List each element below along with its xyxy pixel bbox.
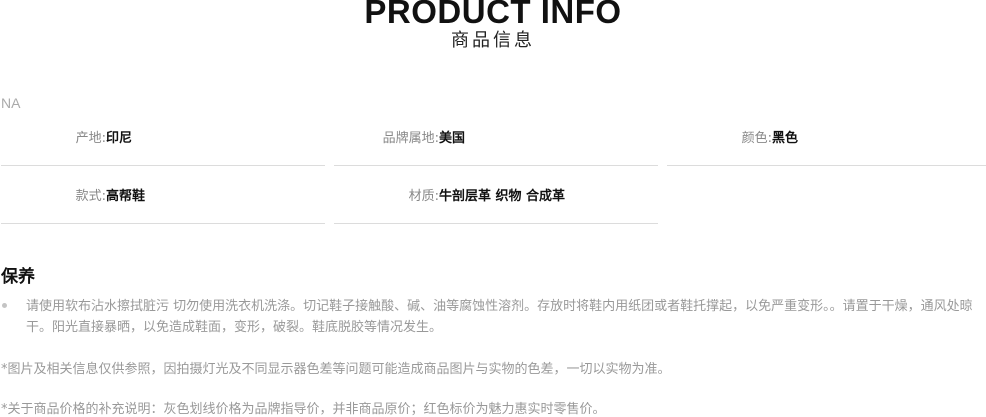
attribute-label: 材质: [408,189,439,204]
attribute-label: 颜色: [741,131,772,146]
attribute-color: 颜色: 黑色 [667,108,986,166]
attribute-brand-origin: 品牌属地: 美国 [334,108,658,166]
attribute-label: 款式: [75,189,106,204]
attribute-label: 产地: [75,131,106,146]
care-instructions: 请使用软布沾水擦拭脏污 切勿使用洗衣机洗涤。切记鞋子接触酸、碱、油等腐蚀性溶剂。… [26,299,973,335]
section-subtitle: 商品信息 [451,30,535,51]
attribute-value: 印尼 [106,131,133,146]
section-title: PRODUCT INFO [364,0,622,30]
price-note: *关于商品价格的补充说明：灰色划线价格为品牌指导价，并非商品原价；红色标价为魅力… [1,402,606,417]
attribute-material: 材质: 牛剖层革 织物 合成革 [334,166,658,224]
image-disclaimer: *图片及相关信息仅供参照，因拍摄灯光及不同显示器色差等问题可能造成商品图片与实物… [1,362,671,377]
attribute-label: 品牌属地: [382,131,439,146]
attribute-value: 美国 [439,131,466,146]
care-heading: 保养 [1,267,35,287]
attribute-value: 黑色 [772,131,799,146]
bullet-icon [2,303,7,308]
attribute-origin: 产地: 印尼 [1,108,325,166]
attribute-value: 牛剖层革 织物 合成革 [439,189,566,204]
attribute-value: 高帮鞋 [106,189,146,204]
attribute-style: 款式: 高帮鞋 [1,166,325,224]
